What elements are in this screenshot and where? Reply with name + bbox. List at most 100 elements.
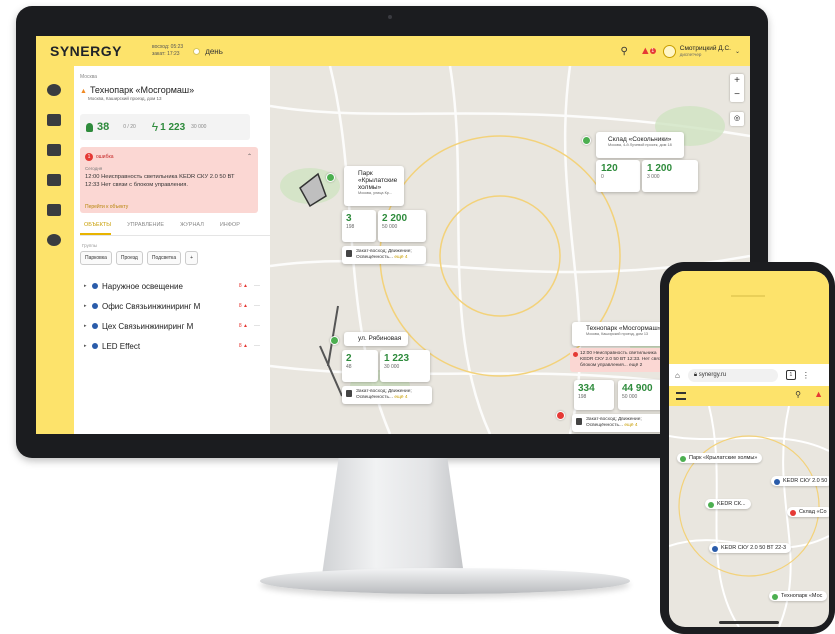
tree-label: Цех Связьинжиниринг М bbox=[102, 321, 194, 331]
breadcrumb[interactable]: Москва bbox=[80, 74, 97, 80]
phone-label-text: Склад «Со bbox=[799, 509, 827, 515]
user-role: диспетчер bbox=[679, 52, 702, 57]
search-icon[interactable]: ⚲ bbox=[795, 390, 801, 399]
checkbox-icon[interactable] bbox=[47, 144, 61, 156]
lamps-small: 48 bbox=[346, 364, 352, 370]
lamps-small: 198 bbox=[346, 224, 355, 230]
chip-driveway[interactable]: Проезд bbox=[115, 251, 143, 265]
scenario-card[interactable]: Закат-восход; Движение; Освещённость... … bbox=[342, 246, 426, 264]
map-pin[interactable] bbox=[326, 173, 335, 182]
avatar bbox=[662, 44, 676, 58]
synergy-logo[interactable]: SYNERGY bbox=[50, 43, 122, 59]
url-field[interactable]: 🔒︎ synergy.ru bbox=[687, 368, 778, 382]
phone-app-bar: ⚲ ▲ bbox=[669, 386, 829, 406]
alert-icon[interactable]: ▲ 1 bbox=[640, 45, 656, 57]
chip-parking[interactable]: Парковка bbox=[80, 251, 112, 265]
home-icon[interactable]: ⌂ bbox=[675, 371, 680, 380]
chat-icon[interactable] bbox=[47, 114, 61, 126]
power-stat: 1 223 30 000 bbox=[380, 350, 430, 382]
zoom-out-button[interactable]: − bbox=[730, 88, 744, 102]
tree-row[interactable]: ▸ Наружное освещение 8 ▲ ··· bbox=[80, 276, 266, 296]
tab-journal[interactable]: ЖУРНАЛ bbox=[176, 222, 204, 235]
lamps-count: 3 bbox=[346, 213, 352, 224]
lamps-count: 334 bbox=[578, 383, 595, 394]
site-card-tekhnopark[interactable]: Технопарк «Мосгормаш» Москва, Каширский … bbox=[572, 322, 672, 346]
phone-notch bbox=[731, 295, 765, 297]
site-card-ryabinovaya[interactable]: ул. Рябиновая bbox=[344, 332, 408, 346]
phone-site-label[interactable]: Парк «Крылатские холмы» bbox=[677, 453, 763, 463]
tree-status: 8 ▲ bbox=[238, 283, 248, 289]
site-card-krylatskie[interactable]: Парк «Крылатские холмы» Москва, улица Кр… bbox=[344, 166, 404, 206]
day-mode-label: день bbox=[205, 46, 223, 56]
book-icon[interactable] bbox=[47, 174, 61, 186]
eye-icon[interactable] bbox=[47, 84, 61, 96]
site-card-title: ул. Рябиновая bbox=[358, 335, 402, 342]
chevron-right-icon[interactable]: ▸ bbox=[84, 283, 92, 289]
tab-info[interactable]: ИНФОР bbox=[216, 222, 240, 235]
phone-site-label[interactable]: Технопарк «Мос bbox=[769, 591, 828, 601]
site-card-title: Склад «Сокольники» bbox=[608, 136, 672, 143]
search-icon[interactable]: ⚲ bbox=[621, 46, 628, 57]
gear-icon[interactable] bbox=[47, 234, 61, 246]
alert-badge: 1 bbox=[649, 48, 656, 54]
phone-lamp-label[interactable]: KEDR СКУ 2.0 50 bbox=[771, 476, 829, 486]
scenario-more-link[interactable]: ещё 4 bbox=[624, 423, 637, 428]
day-mode-toggle[interactable]: день bbox=[193, 47, 223, 56]
icon-rail bbox=[36, 66, 74, 434]
go-to-object-link[interactable]: Перейти к объекту bbox=[85, 204, 128, 210]
power-value: 1 223 bbox=[160, 121, 186, 133]
tab-control[interactable]: УПРАВЛЕНИЕ bbox=[123, 222, 164, 235]
alert-icon[interactable]: ▲ bbox=[814, 389, 823, 399]
error-message: 12:00 Неисправность светильника KEDR СКУ… bbox=[85, 174, 235, 188]
more-icon[interactable]: ··· bbox=[254, 283, 260, 289]
locate-button[interactable]: ◎ bbox=[730, 112, 744, 126]
more-icon[interactable]: ··· bbox=[254, 323, 260, 329]
kebab-menu-icon[interactable]: ⋮ bbox=[802, 371, 810, 380]
scenario-card[interactable]: Закат-восход; Движение; Освещённость... … bbox=[572, 414, 664, 432]
tree-row[interactable]: ▸ Офис Связьинжиниринг М 8 ▲ ··· bbox=[80, 296, 266, 316]
groups-label: Группы bbox=[82, 243, 97, 248]
group-chips: Парковка Проезд Подсветка + bbox=[80, 251, 199, 265]
site-card-sokolniki[interactable]: Склад «Сокольники» Москва, 4-й Лучевой п… bbox=[596, 132, 684, 158]
tree-row[interactable]: ▸ Цех Связьинжиниринг М 8 ▲ ··· bbox=[80, 316, 266, 336]
add-group-button[interactable]: + bbox=[185, 251, 199, 265]
more-icon[interactable]: ··· bbox=[254, 303, 260, 309]
map-pin-error[interactable] bbox=[556, 411, 565, 420]
scenario-more-link[interactable]: ещё 4 bbox=[394, 395, 407, 400]
chip-lighting[interactable]: Подсветка bbox=[146, 251, 182, 265]
menu-icon[interactable] bbox=[676, 392, 686, 400]
power-value: 2 200 bbox=[382, 213, 408, 224]
more-icon[interactable]: ··· bbox=[254, 343, 260, 349]
map-pin[interactable] bbox=[330, 336, 339, 345]
scenario-more-link[interactable]: ещё 4 bbox=[394, 255, 407, 260]
phone-label-text: KEDR СК... bbox=[717, 501, 746, 507]
tabs-count-button[interactable]: 1 bbox=[785, 370, 796, 380]
tree-label: LED Effect bbox=[102, 341, 141, 351]
lamps-stat: 334 198 bbox=[574, 380, 614, 410]
tree-label: Офис Связьинжиниринг М bbox=[102, 301, 201, 311]
site-error-text: 12:00 Неисправность светильника KEDR СКУ… bbox=[580, 351, 668, 368]
tab-objects[interactable]: ОБЪЕКТЫ bbox=[80, 222, 112, 235]
zoom-in-button[interactable]: + bbox=[730, 74, 744, 88]
power-small: 3 000 bbox=[647, 174, 660, 180]
phone-site-label[interactable]: Склад «Со bbox=[787, 507, 829, 517]
browser-bar: ⌂ 🔒︎ synergy.ru 1 ⋮ bbox=[669, 364, 829, 386]
user-menu[interactable]: Смотрицкий Д.С. диспетчер ⌄ bbox=[662, 44, 740, 58]
tree-row[interactable]: ▸ LED Effect 8 ▲ ··· bbox=[80, 336, 266, 356]
chevron-up-icon[interactable]: ⌃ bbox=[247, 153, 252, 160]
map-pin[interactable] bbox=[582, 136, 591, 145]
list-icon[interactable] bbox=[47, 204, 61, 216]
phone-lamp-label[interactable]: KEDR СК... bbox=[705, 499, 751, 509]
power-small: 30 000 bbox=[384, 364, 400, 370]
lamps-small: 198 bbox=[578, 394, 587, 400]
lamps-small: 0 / 20 bbox=[123, 124, 136, 130]
lamps-small: 0 bbox=[601, 174, 604, 180]
chevron-right-icon[interactable]: ▸ bbox=[84, 303, 92, 309]
scenario-card[interactable]: Закат-восход; Движение; Освещённость... … bbox=[342, 386, 432, 404]
phone-lamp-label[interactable]: KEDR СКУ 2.0 50 ВТ 22-3 bbox=[709, 543, 792, 553]
site-error-tag[interactable]: 12:00 Неисправность светильника KEDR СКУ… bbox=[570, 348, 674, 372]
tree-label: Наружное освещение bbox=[102, 281, 183, 291]
chevron-right-icon[interactable]: ▸ bbox=[84, 343, 92, 349]
chevron-right-icon[interactable]: ▸ bbox=[84, 323, 92, 329]
site-error-more[interactable]: ещё 2 bbox=[629, 363, 642, 368]
